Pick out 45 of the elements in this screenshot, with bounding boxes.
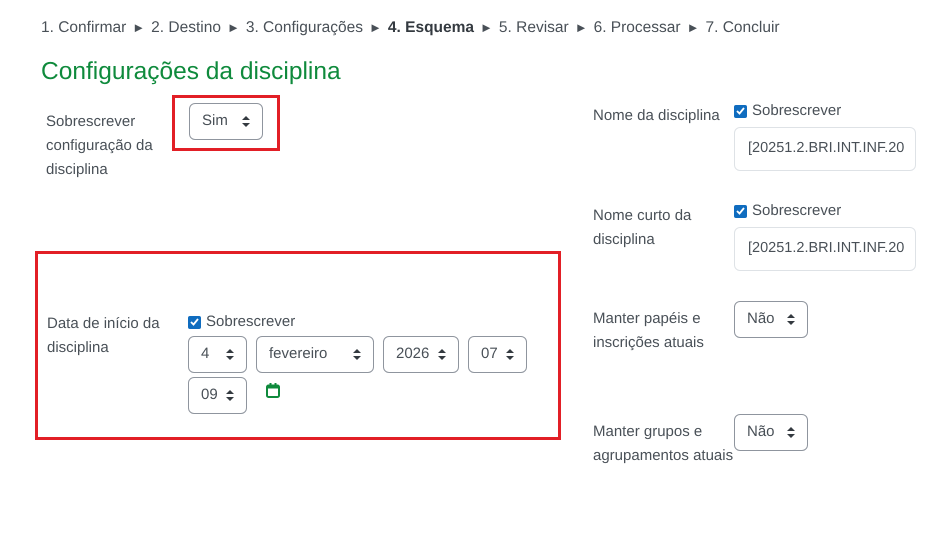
sort-arrows-icon — [787, 314, 795, 325]
dropdown-select[interactable]: Não — [734, 301, 808, 338]
sort-arrows-icon — [787, 427, 795, 438]
setting-label: Nome curto da disciplina — [593, 206, 692, 250]
setting-label: Sobrescrever configuração da disciplina — [46, 112, 154, 180]
breadcrumb-step: 4. Esquema — [388, 16, 474, 40]
breadcrumb-step: 3. Configurações — [246, 16, 364, 40]
breadcrumb-step: 5. Revisar — [498, 16, 569, 40]
sort-arrows-icon — [353, 349, 361, 360]
sort-arrows-icon — [226, 349, 234, 360]
checkbox[interactable] — [734, 204, 747, 218]
breadcrumb-step: 6. Processar — [594, 16, 681, 40]
breadcrumb-separator: ► — [686, 19, 700, 38]
sort-arrows-icon — [226, 390, 234, 401]
breadcrumb-separator: ► — [226, 19, 240, 38]
dropdown-select[interactable]: Sim — [189, 103, 263, 140]
calendar-icon[interactable] — [266, 383, 280, 398]
dropdown-select[interactable]: Não — [734, 414, 808, 451]
setting-label: Manter papéis e inscrições atuais — [593, 309, 705, 353]
sort-arrows-icon — [506, 349, 514, 360]
setting-label: Nome da disciplina — [593, 106, 721, 126]
sort-arrows-icon — [242, 116, 250, 127]
dropdown-select[interactable]: 2026 — [383, 336, 459, 373]
dropdown-select[interactable]: 09 — [188, 377, 247, 414]
breadcrumb-step: 1. Confirmar — [41, 16, 126, 40]
dropdown-select[interactable]: fevereiro — [256, 336, 374, 373]
dropdown-select[interactable]: 07 — [468, 336, 527, 373]
breadcrumb-step: 7. Concluir — [705, 16, 780, 40]
breadcrumb-separator: ► — [480, 19, 493, 38]
breadcrumb-separator: ► — [369, 19, 382, 38]
breadcrumb-step: 2. Destino — [151, 16, 221, 40]
checkbox[interactable] — [734, 104, 747, 118]
text-input[interactable]: [20251.2.BRI.INT.INF.20 — [734, 227, 916, 271]
section-heading: Configurações da disciplina — [41, 57, 342, 87]
checkbox-label: Sobrescrever — [206, 312, 296, 332]
checkbox-label: Sobrescrever — [752, 100, 842, 121]
dropdown-select[interactable]: 4 — [188, 336, 247, 373]
setting-label: Manter grupos e agrupamentos atuais — [593, 422, 734, 466]
checkbox[interactable] — [188, 316, 201, 328]
setting-label: Data de início da disciplina — [47, 314, 161, 358]
checkbox-label: Sobrescrever — [752, 200, 842, 221]
text-input[interactable]: [20251.2.BRI.INT.INF.20 — [734, 127, 916, 171]
sort-arrows-icon — [438, 349, 446, 360]
breadcrumb-separator: ► — [132, 19, 146, 38]
breadcrumb-separator: ► — [574, 19, 588, 38]
